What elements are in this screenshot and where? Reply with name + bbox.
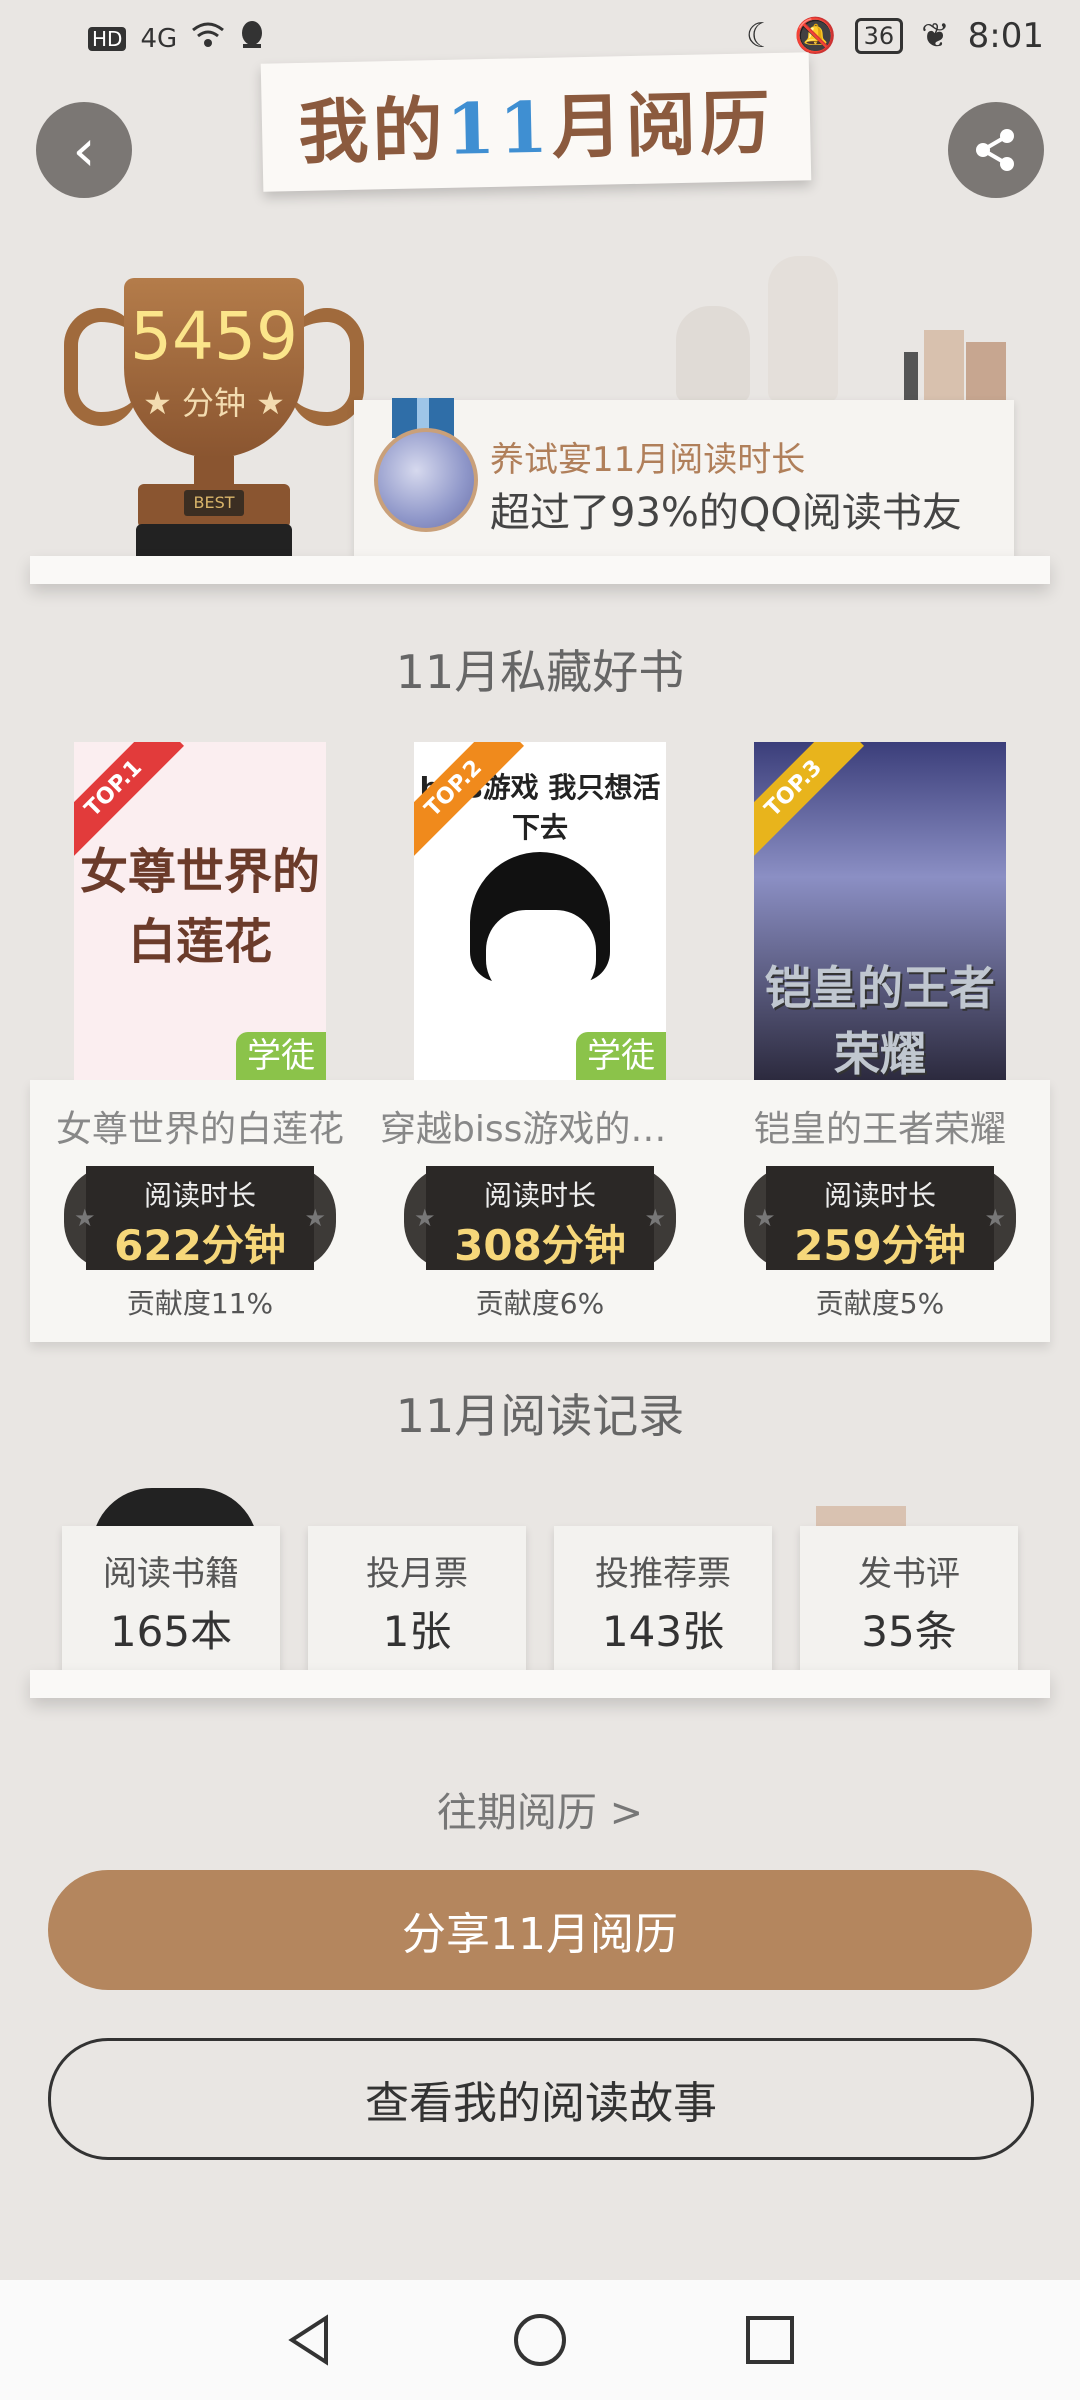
mute-bell-icon: 🔕 <box>794 16 837 56</box>
best-badge: BEST <box>184 490 244 516</box>
share-month-button[interactable]: 分享11月阅历 <box>48 1870 1032 1990</box>
rank-ribbon: TOP.3 <box>754 742 865 860</box>
wifi-icon <box>191 21 225 56</box>
leaf-icon: ❦ <box>921 16 950 56</box>
book-name-2[interactable]: 穿越biss游戏的我... <box>380 1100 700 1152</box>
stat-reviews: 发书评 35条 <box>800 1526 1018 1670</box>
contribution-1: 贡献度11% <box>126 1287 274 1320</box>
contribution-3: 贡献度5% <box>815 1287 945 1320</box>
hd-icon: HD <box>88 26 127 51</box>
reading-story-button[interactable]: 查看我的阅读故事 <box>48 2038 1034 2160</box>
share-icon <box>976 129 1014 171</box>
favorites-title: 11月私藏好书 <box>395 645 685 699</box>
achievement-subtitle: 超过了93%的QQ阅读书友 <box>490 490 962 536</box>
stat-recommend-votes: 投推荐票 143张 <box>554 1526 772 1670</box>
4g-signal-icon: 4G <box>140 23 178 54</box>
book-cover-3[interactable]: 铠皇的王者荣耀 TOP.3 <box>754 742 1006 1080</box>
shelf-bottom <box>30 1670 1050 1698</box>
past-history-link[interactable]: 往期阅历 > <box>0 1780 1080 1838</box>
book-name-1[interactable]: 女尊世界的白莲花 <box>40 1100 360 1152</box>
page-title-banner: 我的11月阅历 <box>260 52 812 192</box>
chevron-left-icon: ‹ <box>72 116 96 184</box>
back-button[interactable]: ‹ <box>36 102 132 198</box>
records-title: 11月阅读记录 <box>395 1389 685 1443</box>
qq-icon <box>239 20 265 57</box>
book-name-3: 铠皇的王者荣耀 <box>753 1109 1006 1150</box>
share-button[interactable] <box>948 102 1044 198</box>
page-title: 我的11月阅历 <box>297 80 775 174</box>
books-decoration <box>904 330 1006 402</box>
level-tag: 学徒 <box>576 1032 666 1080</box>
battery-indicator: 36 <box>854 18 904 54</box>
trophy: BEST 5459 ★ 分钟 ★ <box>60 278 370 560</box>
nav-back-icon[interactable] <box>280 2310 340 2370</box>
stat-books-read: 阅读书籍 165本 <box>62 1526 280 1670</box>
total-minutes: 5459 <box>130 298 298 375</box>
stat-monthly-votes: 投月票 1张 <box>308 1526 526 1670</box>
contribution-2: 贡献度6% <box>475 1287 605 1320</box>
achievement-title: 养试宴11月阅读时长 <box>490 440 806 480</box>
avatar <box>374 428 478 532</box>
book-cover-2[interactable]: biss游戏 我只想活下去 TOP.2 学徒 <box>414 742 666 1080</box>
vase-decoration <box>676 306 750 402</box>
system-nav-bar <box>0 2280 1080 2400</box>
moon-icon: ☾ <box>745 16 777 56</box>
nav-home-icon[interactable] <box>510 2310 570 2370</box>
minutes-unit: ★ 分钟 ★ <box>143 384 285 422</box>
shelf-top <box>30 556 1050 584</box>
clock-time: 8:01 <box>967 16 1044 56</box>
nav-recents-icon[interactable] <box>740 2310 800 2370</box>
reading-time-badge-3: ★ ★ 阅读时长 259分钟 <box>744 1166 1016 1270</box>
level-tag: 学徒 <box>236 1032 326 1080</box>
book-cover-1[interactable]: 女尊世界的白莲花 TOP.1 学徒 <box>74 742 326 1080</box>
reading-time-badge-1: ★ ★ 阅读时长 622分钟 <box>64 1166 336 1270</box>
reading-time-badge-2: ★ ★ 阅读时长 308分钟 <box>404 1166 676 1270</box>
vase-decoration <box>768 256 838 402</box>
